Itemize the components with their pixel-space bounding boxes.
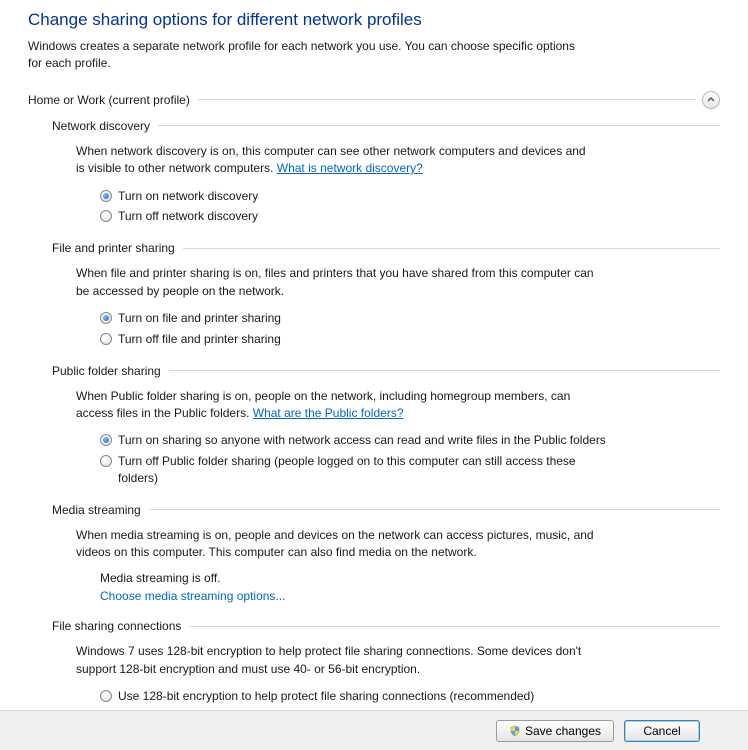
profile-label: Home or Work (current profile) [28, 93, 198, 107]
settings-content: Change sharing options for different net… [0, 0, 748, 710]
divider [183, 248, 720, 249]
radio-label: Turn off Public folder sharing (people l… [118, 453, 608, 487]
section-title: Media streaming [52, 503, 149, 517]
divider [158, 125, 720, 126]
section-description: When network discovery is on, this compu… [76, 143, 596, 178]
radio-public-folder-on[interactable]: Turn on sharing so anyone with network a… [100, 432, 720, 449]
radio-icon [100, 434, 112, 446]
divider [189, 626, 720, 627]
section-network-discovery: Network discovery When network discovery… [52, 119, 720, 225]
section-file-printer-sharing: File and printer sharing When file and p… [52, 241, 720, 347]
chevron-up-icon [707, 96, 715, 104]
link-what-is-network-discovery[interactable]: What is network discovery? [277, 161, 423, 175]
radio-label: Turn off file and printer sharing [118, 331, 281, 348]
radio-label: Turn on file and printer sharing [118, 310, 281, 327]
radio-icon [100, 690, 112, 702]
section-title: Network discovery [52, 119, 158, 133]
section-description: When Public folder sharing is on, people… [76, 388, 596, 423]
section-header: File sharing connections [52, 619, 720, 633]
section-header: Media streaming [52, 503, 720, 517]
section-title: File sharing connections [52, 619, 189, 633]
footer-bar: Save changes Cancel [0, 710, 748, 750]
section-header: File and printer sharing [52, 241, 720, 255]
radio-file-printer-off[interactable]: Turn off file and printer sharing [100, 331, 720, 348]
radio-network-discovery-off[interactable]: Turn off network discovery [100, 208, 720, 225]
section-description: Windows 7 uses 128-bit encryption to hel… [76, 643, 596, 678]
button-label: Save changes [525, 724, 601, 738]
section-file-sharing-connections: File sharing connections Windows 7 uses … [52, 619, 720, 710]
page-title: Change sharing options for different net… [28, 10, 720, 30]
divider [149, 509, 720, 510]
section-title: File and printer sharing [52, 241, 183, 255]
radio-label: Turn off network discovery [118, 208, 258, 225]
link-what-are-public-folders[interactable]: What are the Public folders? [253, 406, 404, 420]
radio-icon [100, 210, 112, 222]
media-streaming-status: Media streaming is off. [100, 571, 720, 585]
shield-icon [509, 725, 521, 737]
radio-label: Enable file sharing for devices that use… [118, 709, 451, 710]
radio-network-discovery-on[interactable]: Turn on network discovery [100, 188, 720, 205]
page-description: Windows creates a separate network profi… [28, 38, 588, 73]
save-changes-button[interactable]: Save changes [496, 720, 614, 742]
section-description: When file and printer sharing is on, fil… [76, 265, 596, 300]
radio-128bit-encryption[interactable]: Use 128-bit encryption to help protect f… [100, 688, 720, 705]
radio-public-folder-off[interactable]: Turn off Public folder sharing (people l… [100, 453, 720, 487]
radio-label: Turn on sharing so anyone with network a… [118, 432, 606, 449]
section-header: Network discovery [52, 119, 720, 133]
divider [169, 370, 720, 371]
section-description: When media streaming is on, people and d… [76, 527, 596, 562]
radio-icon [100, 333, 112, 345]
section-title: Public folder sharing [52, 364, 169, 378]
section-public-folder-sharing: Public folder sharing When Public folder… [52, 364, 720, 487]
button-label: Cancel [643, 724, 680, 738]
radio-file-printer-on[interactable]: Turn on file and printer sharing [100, 310, 720, 327]
link-choose-media-streaming-options[interactable]: Choose media streaming options... [100, 589, 720, 603]
section-media-streaming: Media streaming When media streaming is … [52, 503, 720, 604]
profile-header[interactable]: Home or Work (current profile) [28, 91, 720, 109]
divider [198, 99, 696, 100]
cancel-button[interactable]: Cancel [624, 720, 700, 742]
collapse-button[interactable] [702, 91, 720, 109]
radio-label: Turn on network discovery [118, 188, 258, 205]
radio-icon [100, 455, 112, 467]
radio-label: Use 128-bit encryption to help protect f… [118, 688, 534, 705]
section-header: Public folder sharing [52, 364, 720, 378]
radio-icon [100, 190, 112, 202]
radio-icon [100, 312, 112, 324]
